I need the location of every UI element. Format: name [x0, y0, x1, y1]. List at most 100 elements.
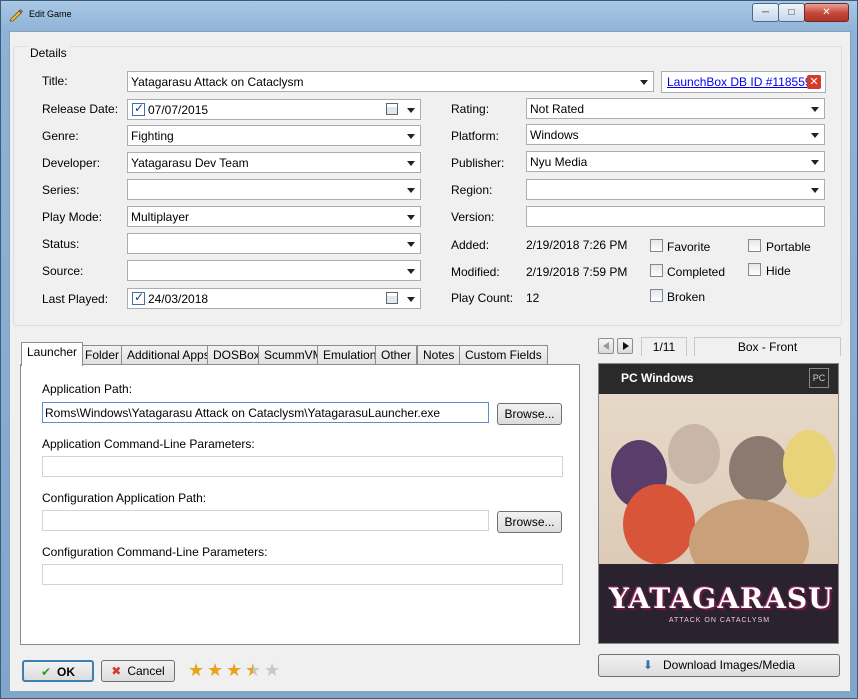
- chevron-down-icon: [407, 161, 415, 166]
- dialog-client: Details Title: Yatagarasu Attack on Cata…: [9, 31, 851, 692]
- rating-value: Not Rated: [530, 102, 585, 116]
- window-frame: Edit Game ─ □ ✕ Details Title: Yatagaras…: [0, 0, 858, 699]
- star-icon[interactable]: ★: [226, 661, 242, 679]
- genre-value: Fighting: [131, 129, 174, 143]
- play-mode-value: Multiplayer: [131, 210, 190, 224]
- favorite-checkbox[interactable]: [650, 239, 663, 252]
- publisher-combo[interactable]: Nyu Media: [526, 151, 825, 172]
- x-icon: ✖: [111, 664, 122, 678]
- chevron-down-icon: [811, 160, 819, 165]
- tab-additional-apps[interactable]: Additional Apps: [121, 345, 216, 365]
- status-combo[interactable]: [127, 233, 421, 254]
- chevron-down-icon: [811, 188, 819, 193]
- cmd-params-input[interactable]: [42, 456, 563, 477]
- boxart-header: PC Windows: [621, 371, 694, 385]
- developer-combo[interactable]: Yatagarasu Dev Team: [127, 152, 421, 173]
- minimize-icon: ─: [761, 7, 770, 18]
- minimize-button[interactable]: ─: [752, 3, 779, 22]
- version-input[interactable]: [526, 206, 825, 227]
- play-count-value: 12: [526, 291, 540, 305]
- config-params-label: Configuration Command-Line Parameters:: [42, 545, 268, 559]
- previous-image-button[interactable]: [598, 338, 614, 354]
- last-played-picker[interactable]: 24/03/2018: [127, 288, 421, 309]
- source-label: Source:: [42, 264, 84, 278]
- tab-dosbox[interactable]: DOSBox: [207, 345, 266, 365]
- star-icon[interactable]: ★: [264, 661, 280, 679]
- chevron-down-icon: [407, 297, 415, 302]
- maximize-button[interactable]: □: [778, 3, 805, 22]
- broken-checkbox[interactable]: [650, 289, 663, 302]
- star-icon[interactable]: ★: [245, 661, 261, 679]
- config-path-input[interactable]: [42, 510, 489, 531]
- release-date-picker[interactable]: 07/07/2015: [127, 99, 421, 120]
- publisher-label: Publisher:: [451, 156, 505, 170]
- portable-label: Portable: [766, 240, 811, 254]
- title-combo[interactable]: Yatagarasu Attack on Cataclysm: [127, 71, 654, 92]
- star-icon[interactable]: ★: [207, 661, 223, 679]
- remove-db-link-icon[interactable]: ✕: [807, 75, 821, 89]
- tab-folder[interactable]: Folder: [79, 345, 126, 365]
- chevron-down-icon: [407, 188, 415, 193]
- play-mode-combo[interactable]: Multiplayer: [127, 206, 421, 227]
- release-date-value: 07/07/2015: [148, 103, 209, 117]
- status-label: Status:: [42, 237, 80, 251]
- launchbox-db-link[interactable]: LaunchBox DB ID #118559: [667, 75, 812, 89]
- app-path-value: Roms\Windows\Yatagarasu Attack on Catacl…: [45, 406, 441, 420]
- region-combo[interactable]: [526, 179, 825, 200]
- config-path-label: Configuration Application Path:: [42, 491, 207, 505]
- box-front-image: PC Windows PC YATAGARASU ATTACK ON CATAC…: [598, 363, 839, 644]
- source-combo[interactable]: [127, 260, 421, 281]
- tab-emulation[interactable]: Emulation: [317, 345, 383, 365]
- series-label: Series:: [42, 183, 80, 197]
- config-params-input[interactable]: [42, 564, 563, 585]
- close-icon: ✕: [822, 7, 831, 18]
- download-label: Download Images/Media: [662, 658, 796, 672]
- portable-checkbox[interactable]: [748, 239, 761, 252]
- hide-label: Hide: [766, 264, 791, 278]
- added-value: 2/19/2018 7:26 PM: [526, 238, 628, 252]
- tab-other[interactable]: Other: [375, 345, 418, 365]
- rating-combo[interactable]: Not Rated: [526, 98, 825, 119]
- series-combo[interactable]: [127, 179, 421, 200]
- completed-checkbox[interactable]: [650, 264, 663, 277]
- checkmark-icon: ✔: [40, 665, 52, 679]
- last-played-label: Last Played:: [42, 292, 109, 306]
- play-mode-label: Play Mode:: [42, 210, 103, 224]
- tab-notes[interactable]: Notes: [417, 345, 461, 365]
- chevron-down-icon: [407, 242, 415, 247]
- download-arrow-icon: ⬇: [642, 658, 653, 672]
- tab-custom-fields[interactable]: Custom Fields: [459, 345, 548, 365]
- genre-combo[interactable]: Fighting: [127, 125, 421, 146]
- title-bar[interactable]: Edit Game ─ □ ✕: [1, 1, 858, 31]
- browse-config-path-button[interactable]: Browse...: [497, 511, 562, 533]
- added-label: Added:: [451, 238, 490, 252]
- tab-launcher[interactable]: Launcher: [21, 342, 84, 366]
- platform-combo[interactable]: Windows: [526, 124, 825, 145]
- release-date-checkbox[interactable]: [132, 101, 145, 116]
- version-label: Version:: [451, 210, 495, 224]
- next-image-button[interactable]: [617, 338, 633, 354]
- chevron-down-icon: [640, 80, 648, 85]
- last-played-checkbox[interactable]: [132, 290, 145, 305]
- developer-label: Developer:: [42, 156, 101, 170]
- platform-value: Windows: [530, 128, 579, 142]
- image-type[interactable]: Box - Front: [694, 337, 841, 356]
- calendar-icon[interactable]: [386, 103, 398, 115]
- ok-label: OK: [57, 665, 76, 679]
- star-icon[interactable]: ★: [188, 661, 204, 679]
- ok-button[interactable]: ✔ OK: [22, 660, 94, 682]
- browse-app-path-button[interactable]: Browse...: [497, 403, 562, 425]
- modified-value: 2/19/2018 7:59 PM: [526, 265, 628, 279]
- close-button[interactable]: ✕: [804, 3, 849, 22]
- last-played-value: 24/03/2018: [148, 292, 209, 306]
- download-images-button[interactable]: ⬇ Download Images/Media: [598, 654, 840, 677]
- publisher-value: Nyu Media: [530, 155, 588, 169]
- boxart-logo: YATAGARASU: [609, 582, 834, 615]
- hide-checkbox[interactable]: [748, 263, 761, 276]
- calendar-icon[interactable]: [386, 292, 398, 304]
- cancel-button[interactable]: ✖ Cancel: [101, 660, 175, 682]
- app-path-input[interactable]: Roms\Windows\Yatagarasu Attack on Catacl…: [42, 402, 489, 423]
- cancel-label: Cancel: [127, 664, 165, 678]
- modified-label: Modified:: [451, 265, 500, 279]
- cmd-params-label: Application Command-Line Parameters:: [42, 437, 255, 451]
